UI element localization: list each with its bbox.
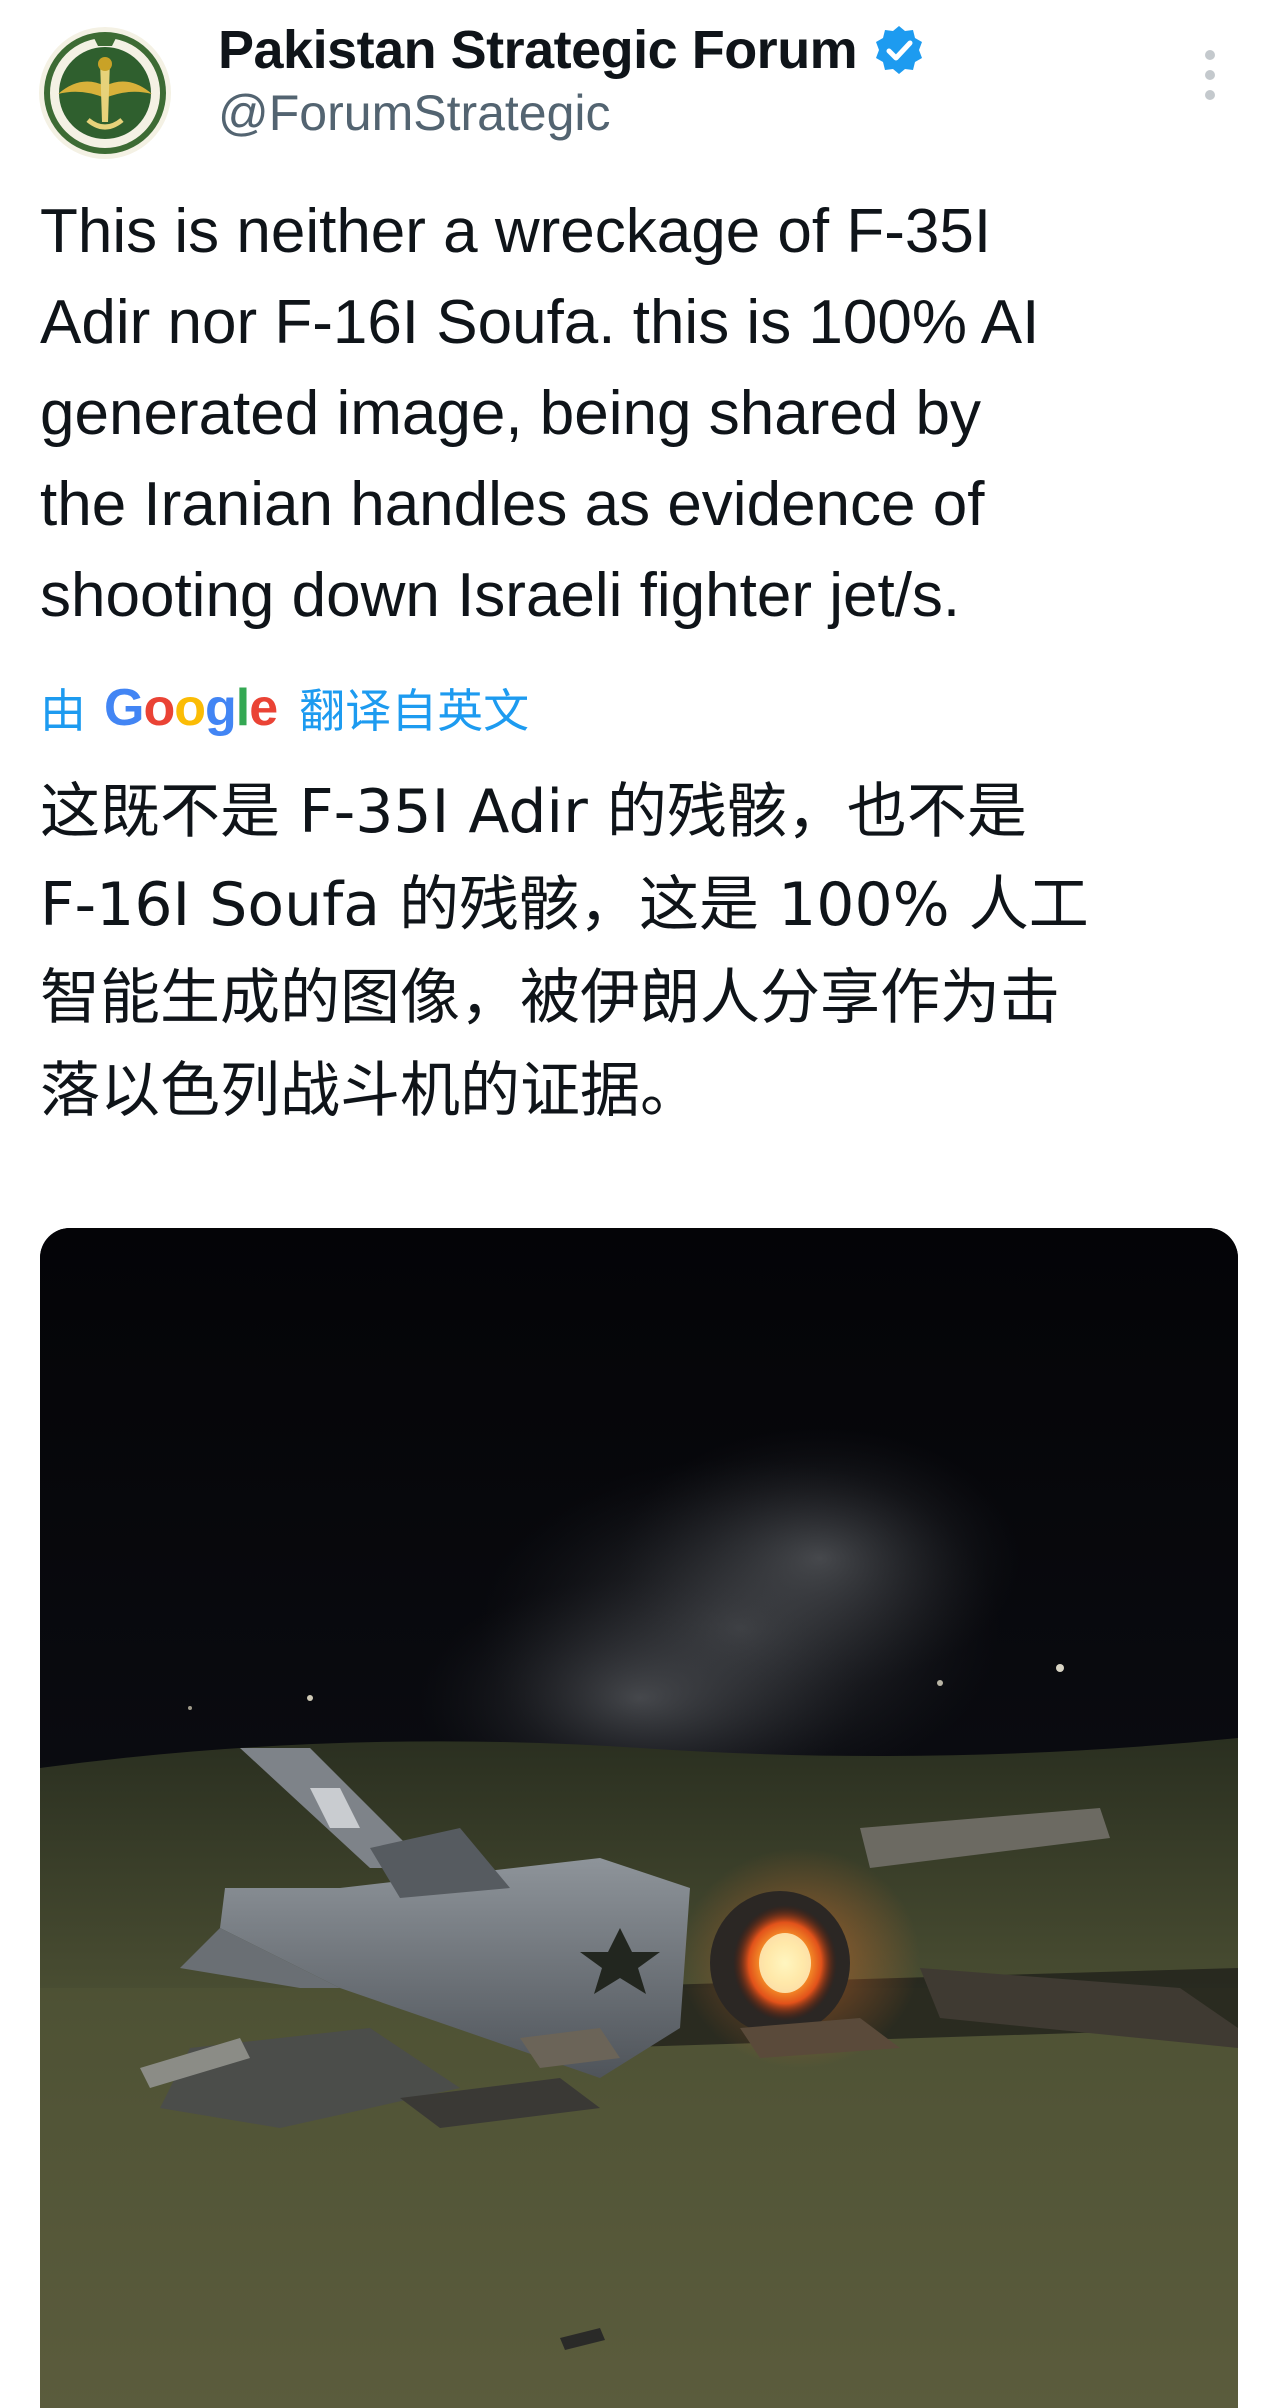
burning-jet-wreckage-photo	[40, 1228, 1238, 2408]
translated-text: 这既不是 F-35I Adir 的残骸，也不是 F-16I Soufa 的残骸，…	[40, 766, 1250, 1138]
author-handle[interactable]: @ForumStrategic	[218, 84, 611, 142]
author-avatar[interactable]	[36, 24, 174, 162]
translate-from-label: 翻译自英文	[299, 684, 530, 738]
translated-text-line: F-16I Soufa 的残骸，这是 100% 人工	[40, 870, 1089, 940]
translated-text-line: 这既不是 F-35I Adir 的残骸，也不是	[40, 777, 1027, 847]
tweet-text-line: the Iranian handles as evidence of	[40, 470, 985, 539]
google-logo: Google	[104, 679, 278, 737]
tweet-text-line: This is neither a wreckage of F-35I	[40, 197, 992, 266]
translate-by-label: 由	[40, 684, 86, 738]
verified-badge-icon	[873, 24, 925, 76]
tweet-text-line: generated image, being shared by	[40, 379, 981, 448]
more-options-button[interactable]	[1190, 40, 1230, 110]
emblem-avatar-icon	[39, 27, 171, 159]
tweet-text: This is neither a wreckage of F-35I Adir…	[40, 186, 1240, 641]
translation-attribution-link[interactable]: 由 Google 翻译自英文	[40, 672, 529, 744]
tweet-photo[interactable]	[40, 1228, 1238, 2408]
tweet: Pakistan Strategic Forum @ForumStrategic…	[0, 0, 1275, 2408]
tweet-text-line: Adir nor F-16I Soufa. this is 100% AI	[40, 288, 1040, 357]
tweet-text-line: shooting down Israeli fighter jet/s.	[40, 561, 961, 630]
author-name-row: Pakistan Strategic Forum	[218, 14, 925, 86]
more-vertical-icon	[1205, 50, 1215, 60]
translated-text-line: 落以色列战斗机的证据。	[40, 1056, 700, 1126]
author-display-name[interactable]: Pakistan Strategic Forum	[218, 19, 858, 81]
translated-text-line: 智能生成的图像，被伊朗人分享作为击	[40, 963, 1060, 1033]
